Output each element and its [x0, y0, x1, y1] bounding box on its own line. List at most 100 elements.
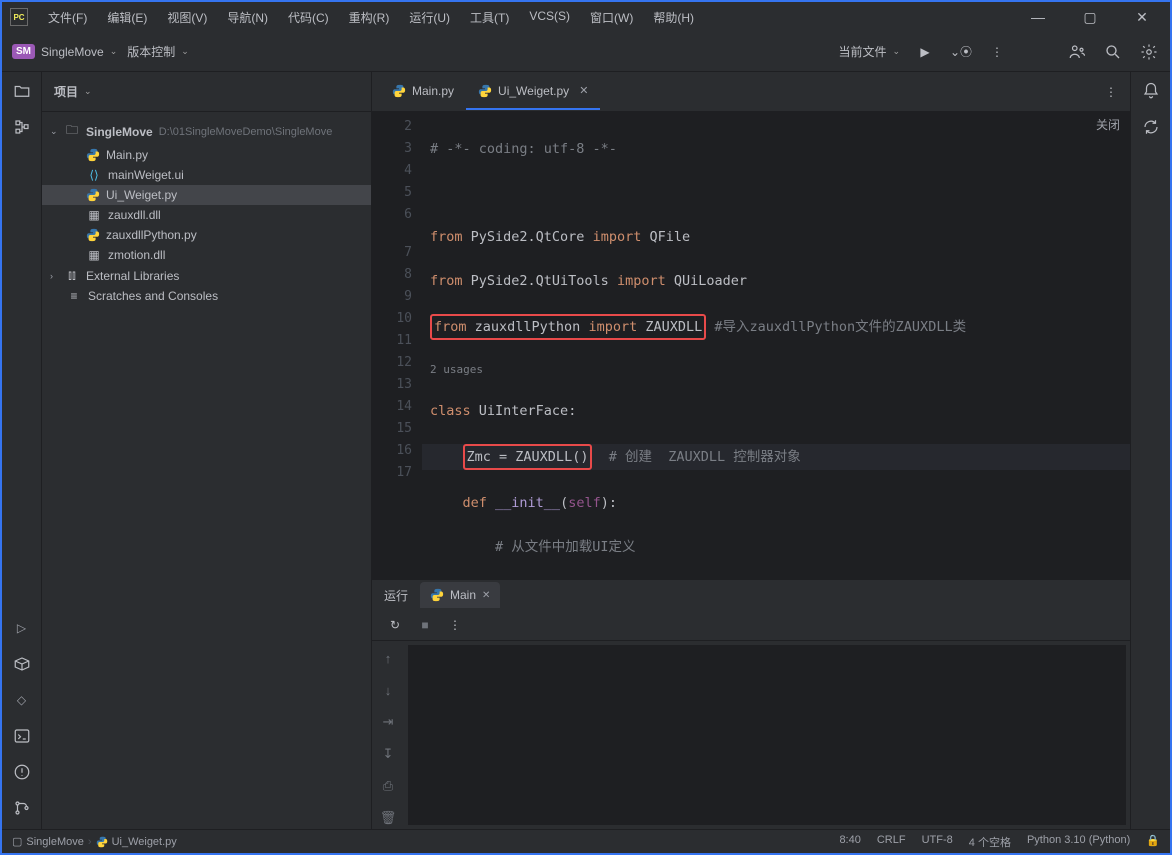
menu-run[interactable]: 运行(U)	[401, 5, 458, 30]
sync-icon[interactable]	[1140, 116, 1162, 138]
chevron-down-icon[interactable]: ⌄	[84, 86, 92, 97]
vcs-selector[interactable]: 版本控制 ⌄	[127, 43, 189, 60]
scratches-label: Scratches and Consoles	[88, 289, 218, 303]
menu-nav[interactable]: 导航(N)	[219, 5, 276, 30]
structure-tool-icon[interactable]	[11, 116, 33, 138]
up-icon[interactable]: ↑	[377, 647, 399, 669]
lock-icon[interactable]: 🔒	[1146, 834, 1160, 850]
notifications-icon[interactable]	[1140, 80, 1162, 102]
menu-refactor[interactable]: 重构(R)	[341, 5, 398, 30]
menu-code[interactable]: 代码(C)	[280, 5, 337, 30]
python-file-icon	[86, 148, 100, 162]
search-icon[interactable]	[1102, 41, 1124, 63]
tree-root[interactable]: ⌄ 🗀 SingleMove D:\01SingleMoveDemo\Singl…	[42, 118, 371, 145]
print-icon[interactable]: ⎙	[377, 775, 399, 797]
usages-hint[interactable]: 2 usages	[430, 363, 483, 376]
indent[interactable]: 4 个空格	[969, 834, 1011, 850]
menu-vcs[interactable]: VCS(S)	[521, 5, 578, 30]
expand-icon[interactable]: ›	[50, 271, 64, 281]
tab-uiweiget[interactable]: Ui_Weiget.py ✕	[466, 74, 600, 110]
rerun-icon[interactable]: ↻	[384, 614, 406, 636]
git-icon[interactable]	[11, 797, 33, 819]
menu-edit[interactable]: 编辑(E)	[99, 5, 155, 30]
tab-more-icon[interactable]: ⋮	[1100, 81, 1122, 103]
file-label: Ui_Weiget.py	[106, 188, 177, 202]
caret-position[interactable]: 8:40	[839, 834, 860, 850]
tree-scratches[interactable]: ≡ Scratches and Consoles	[42, 286, 371, 306]
menu-file[interactable]: 文件(F)	[40, 5, 95, 30]
python-file-icon	[86, 188, 100, 202]
code-body[interactable]: # -*- coding: utf-8 -*- from PySide2.QtC…	[422, 112, 1130, 579]
trash-icon[interactable]: 🗑	[377, 807, 399, 829]
dll-file-icon: ▦	[86, 208, 102, 222]
run-console[interactable]	[408, 645, 1126, 825]
editor-tabs: Main.py Ui_Weiget.py ✕ ⋮	[372, 72, 1130, 112]
python-file-icon	[392, 84, 406, 98]
library-icon: ⫾⫾	[64, 268, 80, 283]
play-tool-icon[interactable]: ▷	[11, 617, 33, 639]
code-editor[interactable]: 关闭 23456 7891011121314151617 # -*- codin…	[372, 112, 1130, 579]
run-config-selector[interactable]: 当前文件 ⌄	[838, 43, 900, 60]
tree-file-main[interactable]: Main.py	[42, 145, 371, 165]
highlighted-import: from zauxdllPython import ZAUXDLL	[430, 314, 706, 340]
statusbar: ▢ SingleMove › Ui_Weiget.py 8:40 CRLF UT…	[2, 829, 1170, 853]
minimize-button[interactable]: ―	[1018, 5, 1058, 30]
close-button[interactable]: ✕	[1122, 5, 1162, 30]
chevron-down-icon: ⌄	[110, 46, 118, 57]
menu-window[interactable]: 窗口(W)	[582, 5, 641, 30]
menu-tools[interactable]: 工具(T)	[462, 5, 517, 30]
more-icon[interactable]: ⋮	[986, 41, 1008, 63]
interpreter[interactable]: Python 3.10 (Python)	[1027, 834, 1130, 850]
settings-icon[interactable]	[1138, 41, 1160, 63]
run-more-icon[interactable]: ⋮	[444, 614, 466, 636]
packages-icon[interactable]	[11, 653, 33, 675]
tree-ext-libs[interactable]: › ⫾⫾ External Libraries	[42, 265, 371, 286]
stop-icon[interactable]: ■	[414, 614, 436, 636]
ui-file-icon: ⟨⟩	[86, 168, 102, 182]
menubar: 文件(F) 编辑(E) 视图(V) 导航(N) 代码(C) 重构(R) 运行(U…	[40, 5, 702, 30]
maximize-button[interactable]: ▢	[1070, 5, 1110, 30]
project-selector[interactable]: SM SingleMove ⌄	[12, 44, 117, 59]
expand-icon[interactable]: ⌄	[50, 126, 64, 137]
chevron-down-icon: ⌄	[181, 46, 189, 57]
encoding[interactable]: UTF-8	[922, 834, 953, 850]
run-button[interactable]: ▶	[914, 41, 936, 63]
breadcrumb[interactable]: ▢ SingleMove › Ui_Weiget.py	[12, 835, 177, 848]
run-tab-label: Main	[450, 588, 476, 602]
project-tree: ⌄ 🗀 SingleMove D:\01SingleMoveDemo\Singl…	[42, 112, 371, 312]
folder-icon: 🗀	[64, 121, 80, 142]
tree-file-zauxdll[interactable]: ▦ zauxdll.dll	[42, 205, 371, 225]
tree-file-zauxpy[interactable]: zauxdllPython.py	[42, 225, 371, 245]
tree-file-zmotion[interactable]: ▦ zmotion.dll	[42, 245, 371, 265]
file-label: zmotion.dll	[108, 248, 165, 262]
scratches-icon: ≡	[66, 289, 82, 303]
tab-main[interactable]: Main.py	[380, 74, 466, 110]
run-tab-close-icon[interactable]: ✕	[482, 590, 490, 601]
python-file-icon	[478, 84, 492, 98]
project-tool-icon[interactable]	[11, 80, 33, 102]
menu-help[interactable]: 帮助(H)	[645, 5, 702, 30]
tab-close-icon[interactable]: ✕	[579, 84, 588, 97]
right-toolstrip	[1130, 72, 1170, 829]
softwrap-icon[interactable]: ⇥	[377, 711, 399, 733]
collaborate-icon[interactable]	[1066, 41, 1088, 63]
problems-icon[interactable]	[11, 761, 33, 783]
down-icon[interactable]: ↓	[377, 679, 399, 701]
terminal-icon[interactable]	[11, 725, 33, 747]
debug-button[interactable]: ⌄⦿	[950, 41, 972, 63]
dll-file-icon: ▦	[86, 248, 102, 262]
root-path: D:\01SingleMoveDemo\SingleMove	[159, 126, 333, 138]
tree-file-uiweiget[interactable]: Ui_Weiget.py	[42, 185, 371, 205]
line-separator[interactable]: CRLF	[877, 834, 906, 850]
services-icon[interactable]: ◇	[11, 689, 33, 711]
close-editor-label[interactable]: 关闭	[1096, 116, 1120, 133]
project-panel-title: 项目	[54, 83, 78, 100]
python-file-icon	[96, 836, 108, 848]
run-side-toolbar: ↑ ↓ ⇥ ↧ ⎙ 🗑	[372, 641, 404, 829]
project-badge: SM	[12, 44, 35, 59]
menu-view[interactable]: 视图(V)	[159, 5, 215, 30]
root-label: SingleMove	[86, 125, 153, 139]
run-tab-main[interactable]: Main ✕	[420, 582, 500, 608]
tree-file-mainui[interactable]: ⟨⟩ mainWeiget.ui	[42, 165, 371, 185]
scroll-to-end-icon[interactable]: ↧	[377, 743, 399, 765]
